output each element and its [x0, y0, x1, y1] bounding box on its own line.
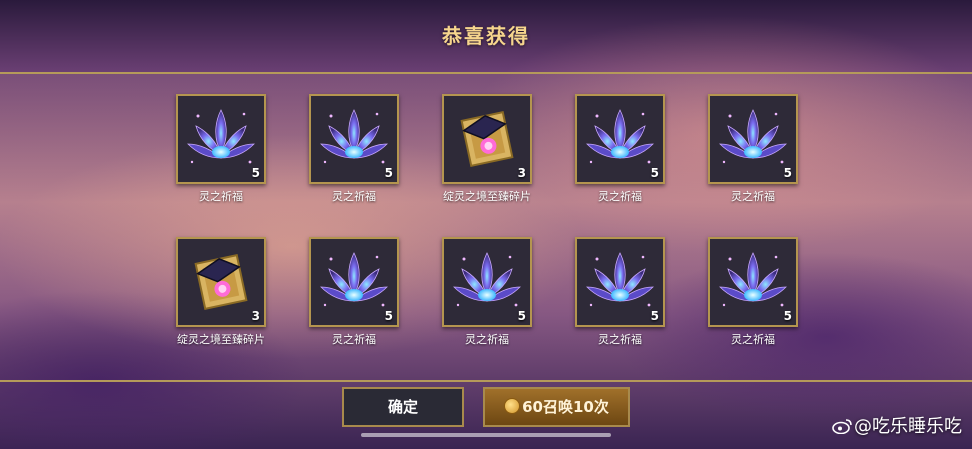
reward-name: 灵之祈福 [731, 190, 775, 203]
reward-item[interactable]: 5 灵之祈福 [572, 237, 668, 347]
reward-name: 灵之祈福 [332, 333, 376, 346]
watermark: @吃乐睡乐吃 [832, 412, 962, 438]
reward-item[interactable]: 3 绽灵之境至臻碎片 [439, 94, 535, 204]
confirm-button-label: 确定 [387, 398, 418, 416]
reward-quantity: 5 [384, 166, 393, 180]
reward-tile: 5 [309, 237, 399, 327]
summon-button-label: 60召唤10次 [522, 398, 609, 416]
reward-item[interactable]: 5 灵之祈福 [572, 94, 668, 204]
reward-name: 绽灵之境至臻碎片 [443, 190, 531, 203]
reward-title: 恭喜获得 [442, 24, 530, 48]
reward-item[interactable]: 5 灵之祈福 [705, 94, 801, 204]
reward-quantity: 3 [251, 309, 260, 323]
reward-item[interactable]: 3 绽灵之境至臻碎片 [173, 237, 269, 347]
watermark-text: @吃乐睡乐吃 [854, 416, 962, 437]
reward-item[interactable]: 5 灵之祈福 [705, 237, 801, 347]
reward-tile: 5 [309, 94, 399, 184]
reward-name: 灵之祈福 [598, 333, 642, 346]
reward-tile: 5 [708, 237, 798, 327]
home-indicator[interactable] [361, 433, 611, 437]
confirm-button[interactable]: 确定 [342, 387, 464, 427]
reward-quantity: 5 [384, 309, 393, 323]
reward-name: 绽灵之境至臻碎片 [177, 333, 265, 346]
coin-icon [504, 398, 521, 414]
reward-tile: 5 [708, 94, 798, 184]
reward-quantity: 5 [251, 166, 260, 180]
reward-tile: 5 [575, 237, 665, 327]
reward-tile: 5 [176, 94, 266, 184]
summon-ten-button[interactable]: 60召唤10次 [483, 387, 630, 427]
reward-quantity: 5 [650, 166, 659, 180]
reward-item[interactable]: 5 灵之祈福 [306, 237, 402, 347]
reward-tile: 3 [442, 94, 532, 184]
reward-quantity: 5 [783, 309, 792, 323]
reward-name: 灵之祈福 [332, 190, 376, 203]
reward-quantity: 5 [650, 309, 659, 323]
reward-tile: 5 [442, 237, 532, 327]
reward-item[interactable]: 5 灵之祈福 [439, 237, 535, 347]
reward-quantity: 5 [783, 166, 792, 180]
reward-item[interactable]: 5 灵之祈福 [306, 94, 402, 204]
reward-name: 灵之祈福 [598, 190, 642, 203]
reward-tile: 5 [575, 94, 665, 184]
reward-name: 灵之祈福 [731, 333, 775, 346]
reward-name: 灵之祈福 [465, 333, 509, 346]
reward-tile: 3 [176, 237, 266, 327]
reward-item[interactable]: 5 灵之祈福 [173, 94, 269, 204]
reward-name: 灵之祈福 [199, 190, 243, 203]
reward-quantity: 3 [517, 166, 526, 180]
weibo-icon [832, 419, 852, 434]
reward-quantity: 5 [517, 309, 526, 323]
